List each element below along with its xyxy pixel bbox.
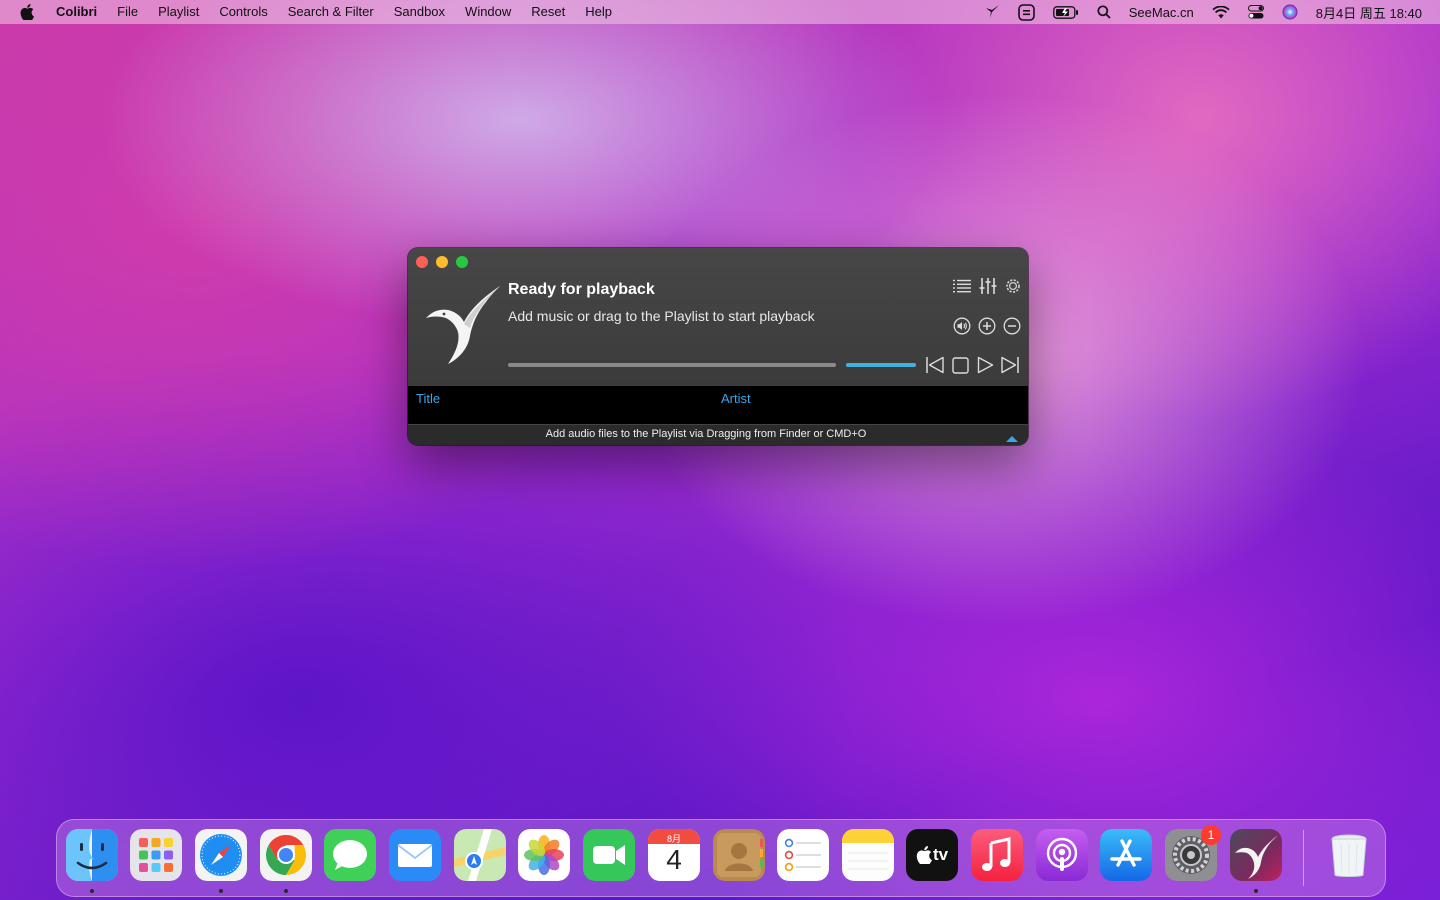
menu-reset[interactable]: Reset <box>521 0 575 24</box>
running-indicator <box>219 889 223 893</box>
player-control-pane: Ready for playback Add music or drag to … <box>408 248 1028 386</box>
zoom-window-button[interactable] <box>456 256 468 268</box>
running-indicator <box>1254 889 1258 893</box>
playback-status-title: Ready for playback <box>508 281 655 298</box>
photos-icon[interactable] <box>518 829 570 881</box>
notes-icon[interactable] <box>842 829 894 881</box>
playback-progress-bar[interactable] <box>508 363 836 367</box>
menu-help[interactable]: Help <box>575 0 622 24</box>
window-controls <box>416 256 476 268</box>
contacts-icon[interactable] <box>713 829 765 881</box>
menu-controls[interactable]: Controls <box>209 0 277 24</box>
notification-badge: 1 <box>1201 825 1221 845</box>
menu-bar: Colibri File Playlist Controls Search & … <box>0 0 1440 24</box>
previous-track-icon[interactable] <box>925 355 945 375</box>
add-files-hint: Add audio files to the Playlist via Drag… <box>545 428 867 440</box>
mute-speaker-icon[interactable] <box>953 317 971 335</box>
apple-tv-icon[interactable]: tv <box>906 829 958 881</box>
colibri-app-icon[interactable] <box>1230 829 1282 881</box>
minimize-window-button[interactable] <box>436 256 448 268</box>
podcasts-icon[interactable] <box>1036 829 1088 881</box>
close-window-button[interactable] <box>416 256 428 268</box>
expand-arrow-up-icon[interactable] <box>1006 430 1018 445</box>
menu-app-name[interactable]: Colibri <box>50 0 107 24</box>
playlist-list-icon[interactable] <box>952 277 972 295</box>
mail-icon[interactable] <box>389 829 441 881</box>
playback-status-subtitle: Add music or drag to the Playlist to sta… <box>508 308 815 324</box>
reminders-icon[interactable] <box>777 829 829 881</box>
spotlight-search-icon[interactable] <box>1097 5 1111 19</box>
running-indicator <box>90 889 94 893</box>
dock-separator <box>1303 830 1304 886</box>
launchpad-icon[interactable] <box>130 829 182 881</box>
playlist-table-header: Title Artist <box>408 386 1028 424</box>
running-indicator <box>284 889 288 893</box>
siri-icon[interactable] <box>1282 4 1298 20</box>
calendar-day: 4 <box>666 844 682 875</box>
column-header-artist[interactable]: Artist <box>721 391 751 406</box>
column-header-title[interactable]: Title <box>416 391 440 406</box>
finder-icon[interactable] <box>66 829 118 881</box>
maps-icon[interactable] <box>454 829 506 881</box>
playlist-footer-bar: Add audio files to the Playlist via Drag… <box>408 424 1028 445</box>
settings-gear-icon[interactable] <box>1003 276 1023 296</box>
chrome-icon[interactable] <box>260 829 312 881</box>
menu-window[interactable]: Window <box>455 0 521 24</box>
add-circle-icon[interactable] <box>978 317 996 335</box>
menubar-site-label[interactable]: SeeMac.cn <box>1129 5 1194 20</box>
control-center-icon[interactable] <box>1247 5 1264 19</box>
stop-icon[interactable] <box>951 356 969 374</box>
apple-icon[interactable] <box>18 3 36 21</box>
colibri-hummingbird-logo-icon <box>420 284 504 368</box>
colibri-player-window: Ready for playback Add music or drag to … <box>408 248 1028 445</box>
menubar-clock[interactable]: 8月4日 周五 18:40 <box>1316 3 1422 22</box>
messages-icon[interactable] <box>324 829 376 881</box>
play-icon[interactable] <box>976 355 994 375</box>
menu-file[interactable]: File <box>107 0 148 24</box>
calendar-icon[interactable]: 8月 4 <box>648 829 700 881</box>
facetime-icon[interactable] <box>583 829 635 881</box>
equalizer-sliders-icon[interactable] <box>978 276 998 296</box>
menu-search-filter[interactable]: Search & Filter <box>278 0 384 24</box>
wechat-status-icon[interactable] <box>1017 3 1035 21</box>
trash-icon[interactable] <box>1323 829 1375 881</box>
colibri-status-icon[interactable] <box>984 4 1000 20</box>
battery-icon[interactable] <box>1052 5 1079 19</box>
menu-sandbox[interactable]: Sandbox <box>384 0 455 24</box>
safari-icon[interactable] <box>195 829 247 881</box>
dock: 8月 4 tv 1 <box>56 819 1386 897</box>
volume-slider[interactable] <box>846 363 916 367</box>
apple-tv-label: tv <box>932 845 949 864</box>
app-store-icon[interactable] <box>1100 829 1152 881</box>
remove-circle-icon[interactable] <box>1003 317 1021 335</box>
wifi-icon[interactable] <box>1212 5 1230 19</box>
menu-playlist[interactable]: Playlist <box>148 0 209 24</box>
next-track-icon[interactable] <box>1000 355 1020 375</box>
music-icon[interactable] <box>971 829 1023 881</box>
